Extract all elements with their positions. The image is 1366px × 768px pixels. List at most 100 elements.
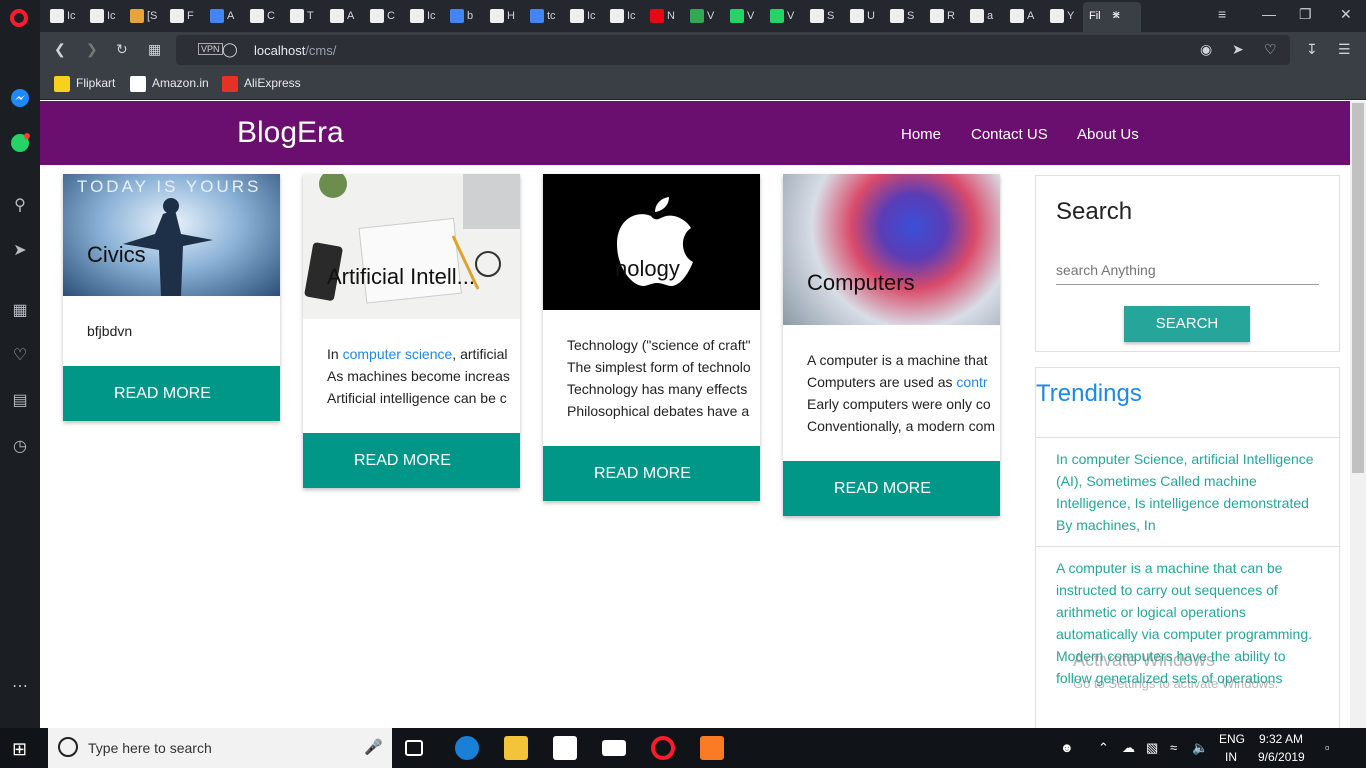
browser-tab[interactable]: U: [844, 4, 882, 28]
microphone-icon[interactable]: 🎤: [364, 738, 383, 756]
nav-contact[interactable]: Contact US: [971, 126, 1048, 143]
messenger-icon[interactable]: [9, 88, 31, 110]
read-more-button[interactable]: READ MORE: [303, 433, 520, 488]
computer-science-link[interactable]: computer science: [343, 346, 453, 362]
easy-setup-icon[interactable]: ☰: [1338, 41, 1351, 58]
address-bar[interactable]: VPN ◯ localhost/cms/ ◉ ➤ ♡: [176, 35, 1290, 65]
task-view-icon[interactable]: [405, 740, 423, 756]
forward-icon[interactable]: ❯: [86, 41, 98, 58]
opera-taskbar-icon[interactable]: [651, 736, 675, 760]
browser-tab[interactable]: A: [204, 4, 242, 28]
browser-tab[interactable]: tc: [524, 4, 562, 28]
bookmark-flipkart[interactable]: Flipkart: [54, 76, 115, 92]
trending-item[interactable]: In computer Science, artificial Intellig…: [1036, 437, 1339, 546]
taskbar-search[interactable]: Type here to search 🎤: [48, 728, 392, 768]
browser-tab[interactable]: V: [684, 4, 722, 28]
browser-tab[interactable]: F: [164, 4, 202, 28]
post-title[interactable]: Civics: [87, 242, 257, 268]
heart-icon[interactable]: ♡: [9, 345, 31, 367]
wifi-icon[interactable]: ≈: [1170, 740, 1177, 755]
post-title[interactable]: Artificial Intell...: [327, 264, 497, 290]
more-icon[interactable]: ⋯: [9, 676, 31, 698]
post-excerpt: Technology ("science of craft" The simpl…: [543, 310, 760, 446]
browser-tab[interactable]: Ic: [404, 4, 442, 28]
region-indicator[interactable]: IN: [1225, 750, 1237, 764]
bookmark-heart-icon[interactable]: ♡: [1264, 41, 1277, 58]
browser-tab[interactable]: Ic: [604, 4, 642, 28]
browser-tab[interactable]: T: [284, 4, 322, 28]
share-icon[interactable]: ➤: [1232, 41, 1244, 58]
snapshot-icon[interactable]: ◉: [1200, 41, 1212, 58]
xampp-icon[interactable]: [700, 736, 724, 760]
post-title[interactable]: nology: [615, 256, 687, 282]
read-more-button[interactable]: READ MORE: [543, 446, 760, 501]
browser-tab[interactable]: a: [964, 4, 1002, 28]
clock-date[interactable]: 9/6/2019: [1258, 750, 1305, 764]
battery-icon[interactable]: ▧: [1146, 740, 1158, 756]
bookmark-label: AliExpress: [244, 76, 301, 91]
browser-tab[interactable]: V: [724, 4, 762, 28]
news-icon[interactable]: ▤: [9, 390, 31, 412]
excerpt-line: Artificial intelligence can be c: [327, 390, 507, 406]
reload-icon[interactable]: ↻: [116, 41, 128, 58]
language-indicator[interactable]: ENG: [1219, 732, 1245, 746]
speed-dial-icon[interactable]: ▦: [9, 300, 31, 322]
post-title[interactable]: Computers: [807, 270, 977, 296]
browser-tab[interactable]: C: [364, 4, 402, 28]
read-more-button[interactable]: READ MORE: [63, 366, 280, 421]
file-explorer-icon[interactable]: [504, 736, 528, 760]
vpn-icon[interactable]: VPN: [198, 43, 223, 55]
browser-tab[interactable]: R: [924, 4, 962, 28]
excerpt-line: bfjbdvn: [87, 323, 133, 339]
mail-icon[interactable]: [602, 740, 626, 756]
search-button[interactable]: SEARCH: [1124, 306, 1250, 342]
nav-about[interactable]: About Us: [1077, 126, 1139, 143]
store-icon[interactable]: [553, 736, 577, 760]
browser-tab[interactable]: V: [764, 4, 802, 28]
history-icon[interactable]: ◷: [9, 436, 31, 458]
browser-tab[interactable]: N: [644, 4, 682, 28]
browser-tab[interactable]: b: [444, 4, 482, 28]
search-icon[interactable]: ⚲: [9, 195, 31, 217]
send-icon[interactable]: ➤: [9, 240, 31, 262]
clock-time[interactable]: 9:32 AM: [1259, 732, 1303, 746]
browser-tab[interactable]: [S: [124, 4, 162, 28]
browser-tab[interactable]: S: [884, 4, 922, 28]
notification-icon[interactable]: ▫: [1325, 740, 1330, 755]
page-scrollbar[interactable]: [1350, 101, 1366, 728]
bookmark-amazon[interactable]: Amazon.in: [130, 76, 209, 92]
browser-tab[interactable]: Y: [1044, 4, 1082, 28]
volume-icon[interactable]: 🔈: [1192, 740, 1208, 756]
browser-tab[interactable]: H: [484, 4, 522, 28]
close-window-icon[interactable]: ✕: [1340, 6, 1352, 23]
new-tab-icon[interactable]: +: [1112, 6, 1120, 22]
whatsapp-icon[interactable]: [9, 133, 31, 155]
minimize-icon[interactable]: —: [1262, 6, 1276, 22]
people-icon[interactable]: ☻: [1060, 740, 1074, 755]
browser-tab[interactable]: Ic: [564, 4, 602, 28]
windows-start-icon[interactable]: ⊞: [12, 739, 27, 760]
browser-tab[interactable]: A: [324, 4, 362, 28]
read-more-button[interactable]: READ MORE: [783, 461, 1000, 516]
browser-tab[interactable]: Ic: [84, 4, 122, 28]
download-icon[interactable]: ↧: [1306, 41, 1318, 58]
opera-logo-icon[interactable]: [10, 9, 28, 27]
site-brand[interactable]: BlogEra: [237, 116, 344, 150]
browser-tab[interactable]: C: [244, 4, 282, 28]
cloud-icon[interactable]: ☁: [1122, 740, 1135, 756]
tray-chevron-icon[interactable]: ⌃: [1098, 740, 1109, 756]
tab-menu-icon[interactable]: ≡: [1218, 6, 1226, 22]
scroll-thumb[interactable]: [1352, 103, 1364, 473]
bookmark-aliexpress[interactable]: AliExpress: [222, 76, 301, 92]
browser-tab[interactable]: Ic: [44, 4, 82, 28]
back-icon[interactable]: ❮: [54, 41, 66, 58]
edge-icon[interactable]: [455, 736, 479, 760]
tabs-grid-icon[interactable]: ▦: [148, 41, 161, 58]
globe-icon: ◯: [222, 41, 238, 57]
maximize-icon[interactable]: ❐: [1299, 6, 1312, 23]
browser-tab[interactable]: A: [1004, 4, 1042, 28]
search-input[interactable]: [1056, 251, 1319, 285]
nav-home[interactable]: Home: [901, 126, 941, 143]
browser-tab[interactable]: S: [804, 4, 842, 28]
control-link[interactable]: contr: [956, 374, 987, 390]
